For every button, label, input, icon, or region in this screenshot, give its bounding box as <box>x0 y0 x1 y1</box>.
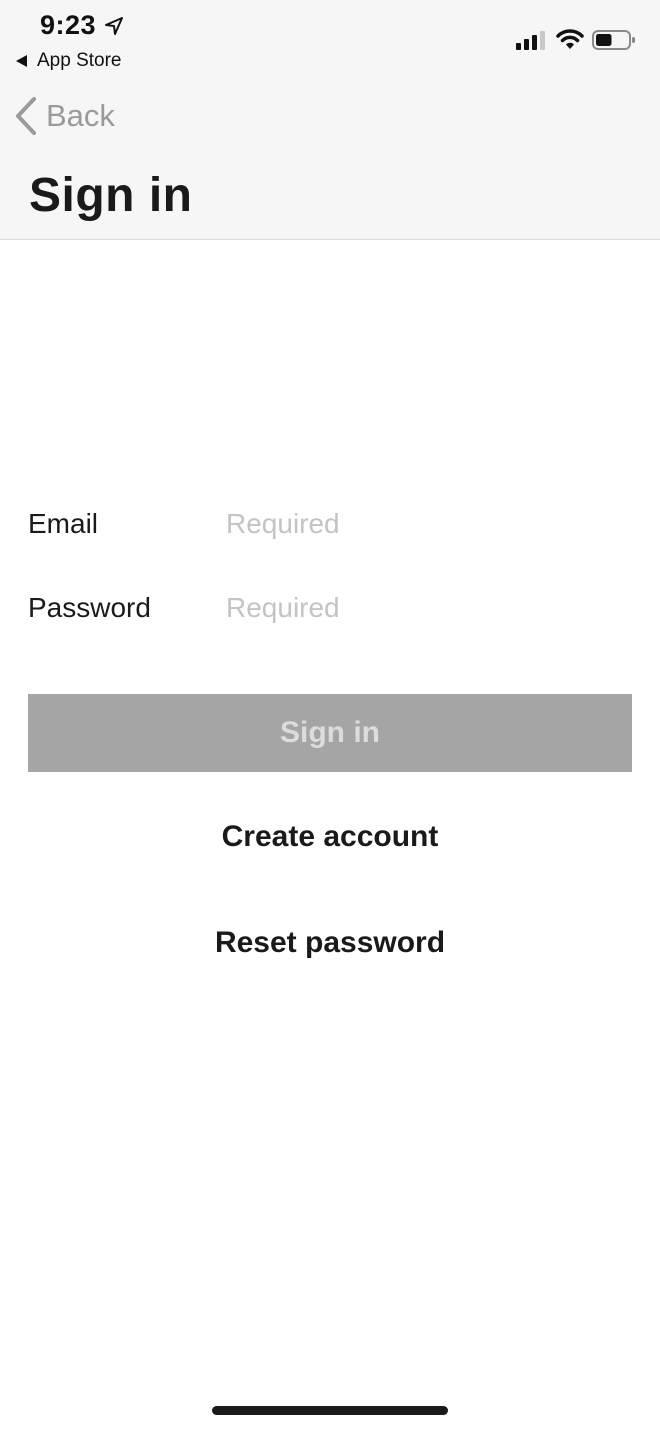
back-button[interactable]: Back <box>14 96 115 136</box>
back-app-label: App Store <box>37 50 122 71</box>
create-account-link[interactable]: Create account <box>0 820 660 854</box>
back-label: Back <box>46 98 115 133</box>
cellular-signal-icon <box>516 31 545 50</box>
email-label: Email <box>28 508 99 539</box>
status-time: 9:23 <box>40 10 97 40</box>
reset-password-link[interactable]: Reset password <box>0 926 660 960</box>
password-field[interactable] <box>226 592 632 624</box>
email-row: Email <box>28 499 632 549</box>
battery-icon <box>592 30 635 50</box>
wifi-icon <box>556 29 584 49</box>
email-field[interactable] <box>226 508 632 540</box>
password-label: Password <box>28 592 151 623</box>
home-indicator[interactable] <box>212 1406 448 1415</box>
chevron-left-icon <box>16 97 36 135</box>
back-triangle-icon <box>16 55 27 67</box>
password-row: Password <box>28 583 632 633</box>
battery-level <box>596 34 612 46</box>
header: 9:23 App Store Back Sign in <box>0 0 660 240</box>
page-title: Sign in <box>29 169 193 222</box>
sign-in-button[interactable]: Sign in <box>28 694 632 772</box>
location-arrow-icon <box>105 17 123 35</box>
back-to-app-store[interactable]: App Store <box>16 49 122 73</box>
